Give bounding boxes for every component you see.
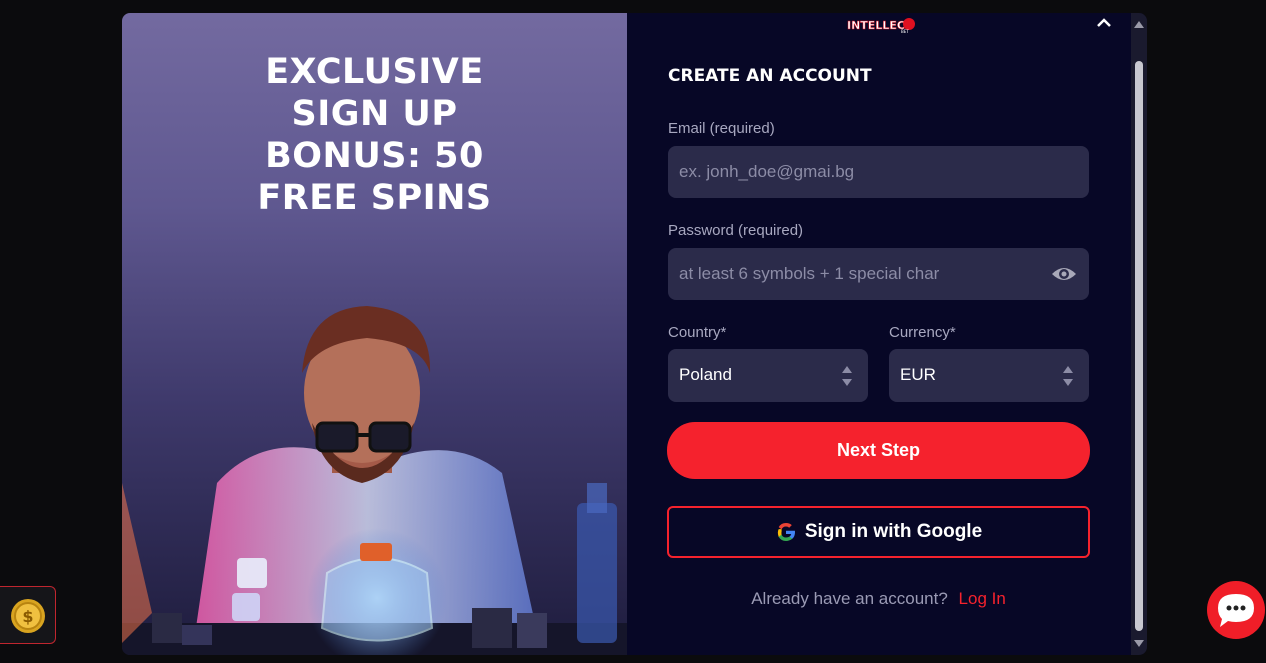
country-value: Poland xyxy=(679,365,732,384)
promo-panel: EXCLUSIVE SIGN UP BONUS: 50 FREE SPINS xyxy=(122,13,627,655)
password-label: Password (required) xyxy=(668,222,804,239)
country-select[interactable]: Poland xyxy=(668,349,868,402)
coin-icon: $ xyxy=(11,599,45,633)
brand-logo: INTELLECT BET xyxy=(847,18,915,34)
login-prompt: Already have an account? Log In xyxy=(667,589,1090,609)
form-title: CREATE AN ACCOUNT xyxy=(668,66,872,86)
scroll-down-arrow-icon[interactable] xyxy=(1134,640,1144,647)
bonus-coin-button[interactable]: $ xyxy=(0,586,56,644)
currency-label: Currency* xyxy=(889,324,956,341)
password-placeholder: at least 6 symbols + 1 special char xyxy=(679,264,940,283)
google-icon xyxy=(777,523,795,541)
promo-title: EXCLUSIVE SIGN UP BONUS: 50 FREE SPINS xyxy=(257,52,492,218)
scroll-up-arrow-icon[interactable] xyxy=(1134,21,1144,28)
country-label: Country* xyxy=(668,324,727,341)
chat-icon xyxy=(1207,581,1265,639)
select-arrows-icon xyxy=(842,366,852,386)
password-field[interactable]: at least 6 symbols + 1 special char xyxy=(668,248,1089,300)
svg-text:$: $ xyxy=(22,607,33,626)
email-field[interactable]: ex. jonh_doe@gmai.bg xyxy=(668,146,1089,198)
next-step-button[interactable]: Next Step xyxy=(667,422,1090,479)
google-signin-button[interactable]: Sign in with Google xyxy=(667,506,1090,558)
eye-icon[interactable] xyxy=(1051,263,1077,285)
form-panel: INTELLECT BET CREATE AN ACCOUNT Email (r… xyxy=(627,13,1147,655)
email-label: Email (required) xyxy=(668,120,775,137)
google-button-label: Sign in with Google xyxy=(804,521,983,542)
signup-modal: EXCLUSIVE SIGN UP BONUS: 50 FREE SPINS I… xyxy=(122,13,1147,655)
login-prompt-text: Already have an account? xyxy=(751,589,948,608)
chat-button[interactable] xyxy=(1206,580,1266,640)
login-link[interactable]: Log In xyxy=(959,589,1006,608)
chevron-up-icon[interactable] xyxy=(1094,13,1114,33)
scrollbar[interactable] xyxy=(1131,13,1147,655)
select-arrows-icon xyxy=(1063,366,1073,386)
currency-select[interactable]: EUR xyxy=(889,349,1089,402)
scroll-thumb[interactable] xyxy=(1135,61,1143,631)
svg-text:BET: BET xyxy=(901,29,909,34)
currency-value: EUR xyxy=(900,365,936,384)
